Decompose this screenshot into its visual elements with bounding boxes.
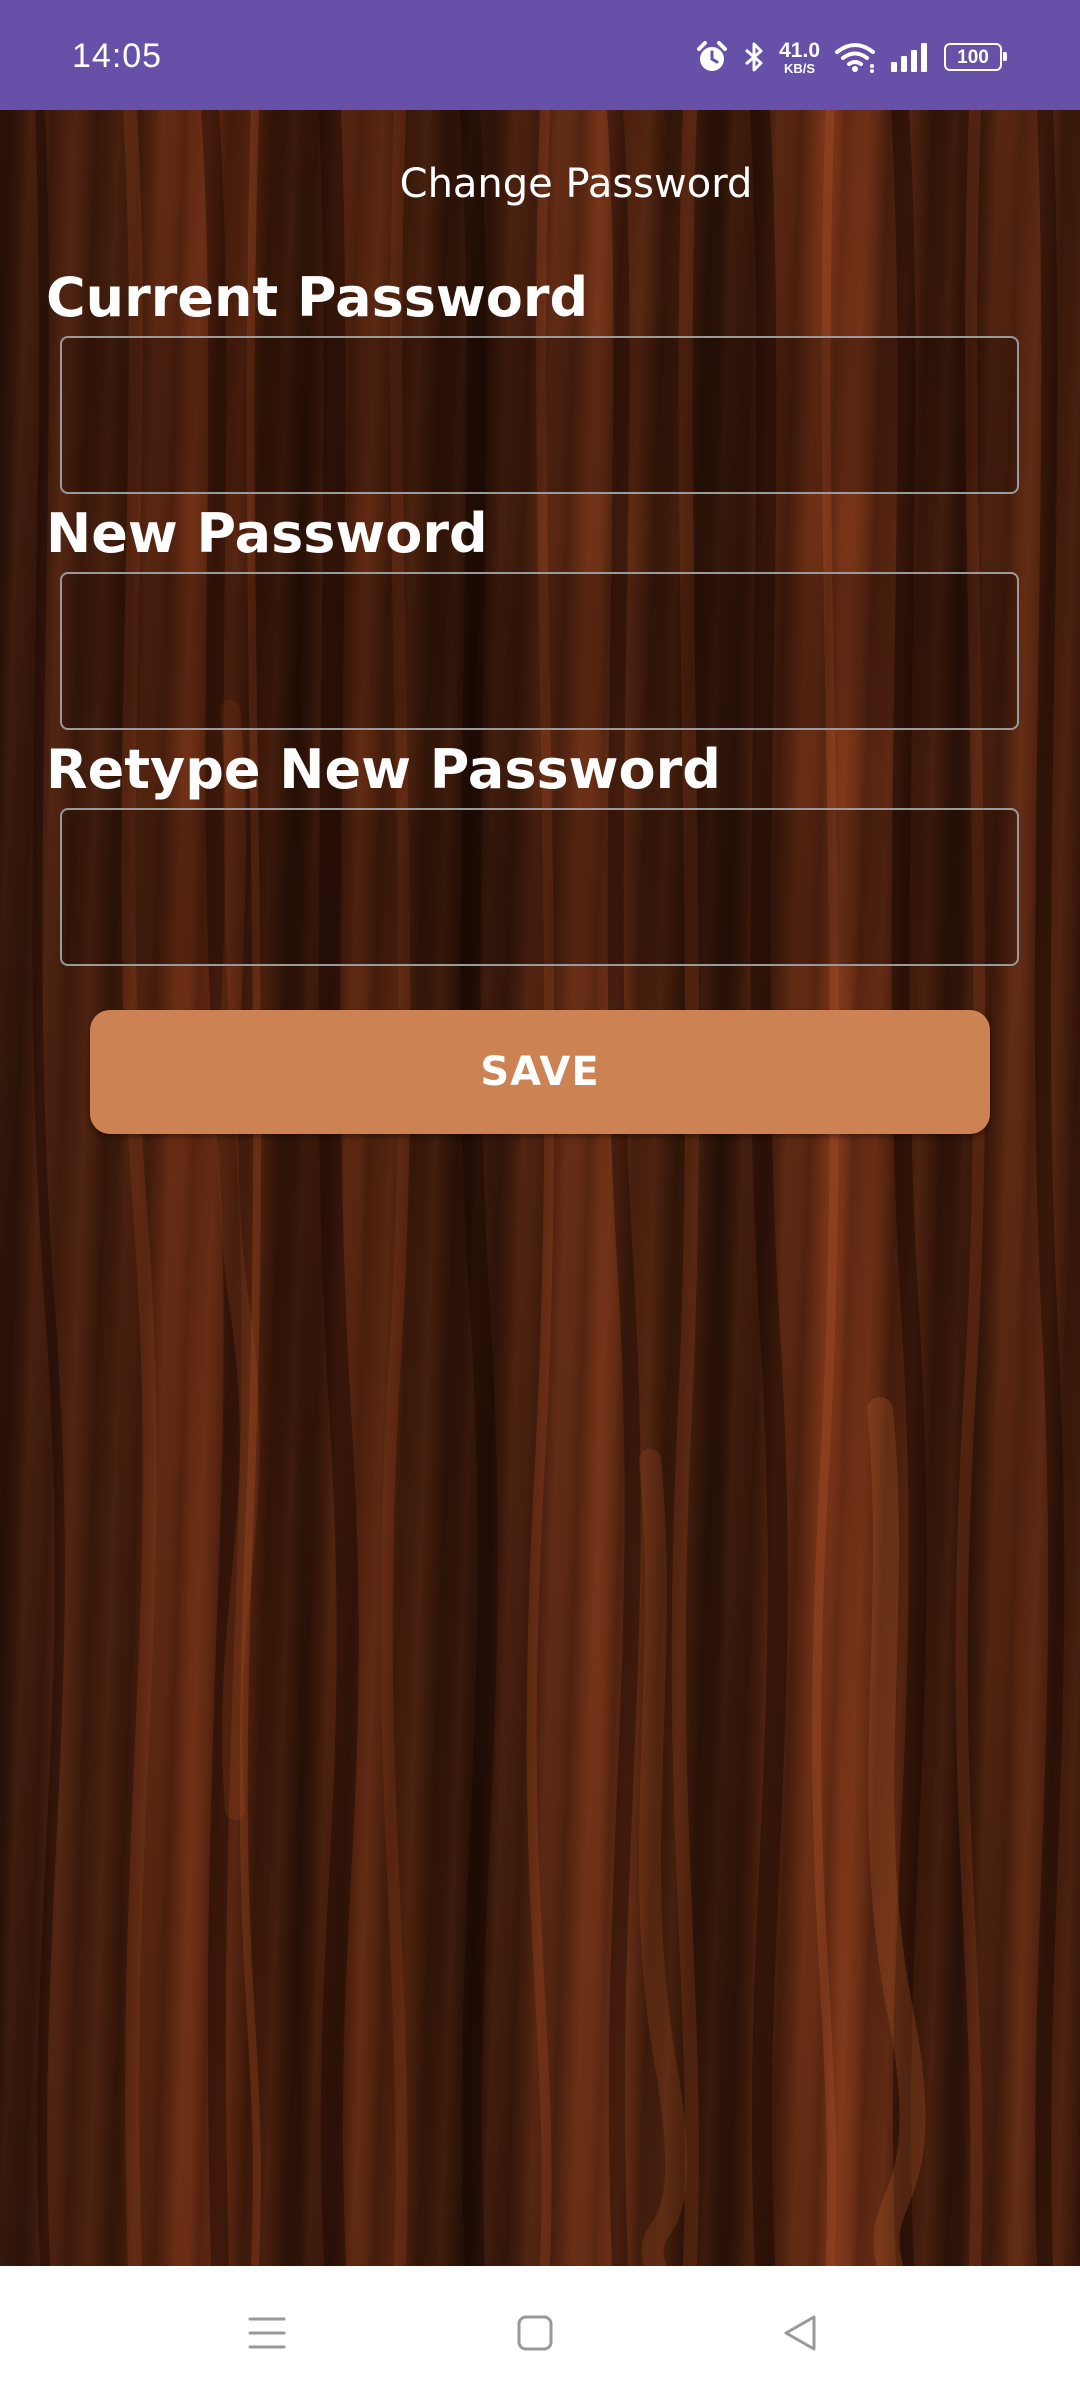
page-title: Change Password (399, 161, 753, 207)
network-speed-unit: KB/S (784, 60, 816, 76)
save-button[interactable]: SAVE (90, 1010, 990, 1134)
status-bar: 14:05 41.0 KB/S 100 (0, 0, 1080, 110)
new-password-input[interactable] (60, 572, 1019, 730)
back-icon[interactable] (765, 2298, 835, 2368)
network-speed: 41.0 KB/S (779, 40, 820, 75)
menu-icon[interactable] (232, 2298, 302, 2368)
navigation-bar (0, 2266, 1080, 2400)
battery-level: 100 (957, 46, 989, 68)
retype-password-label: Retype New Password (46, 738, 721, 801)
alarm-icon (695, 40, 729, 74)
current-password-input[interactable] (60, 336, 1019, 494)
status-icons: 41.0 KB/S 100 (695, 33, 1007, 81)
home-icon[interactable] (500, 2298, 570, 2368)
status-time: 14:05 (72, 37, 163, 75)
current-password-label: Current Password (46, 266, 589, 329)
signal-icon (890, 42, 930, 72)
bluetooth-icon (743, 40, 765, 74)
new-password-label: New Password (46, 502, 488, 565)
wifi-icon (834, 41, 876, 73)
network-speed-value: 41.0 (779, 38, 820, 62)
retype-password-input[interactable] (60, 808, 1019, 966)
battery-icon: 100 (944, 43, 1007, 71)
